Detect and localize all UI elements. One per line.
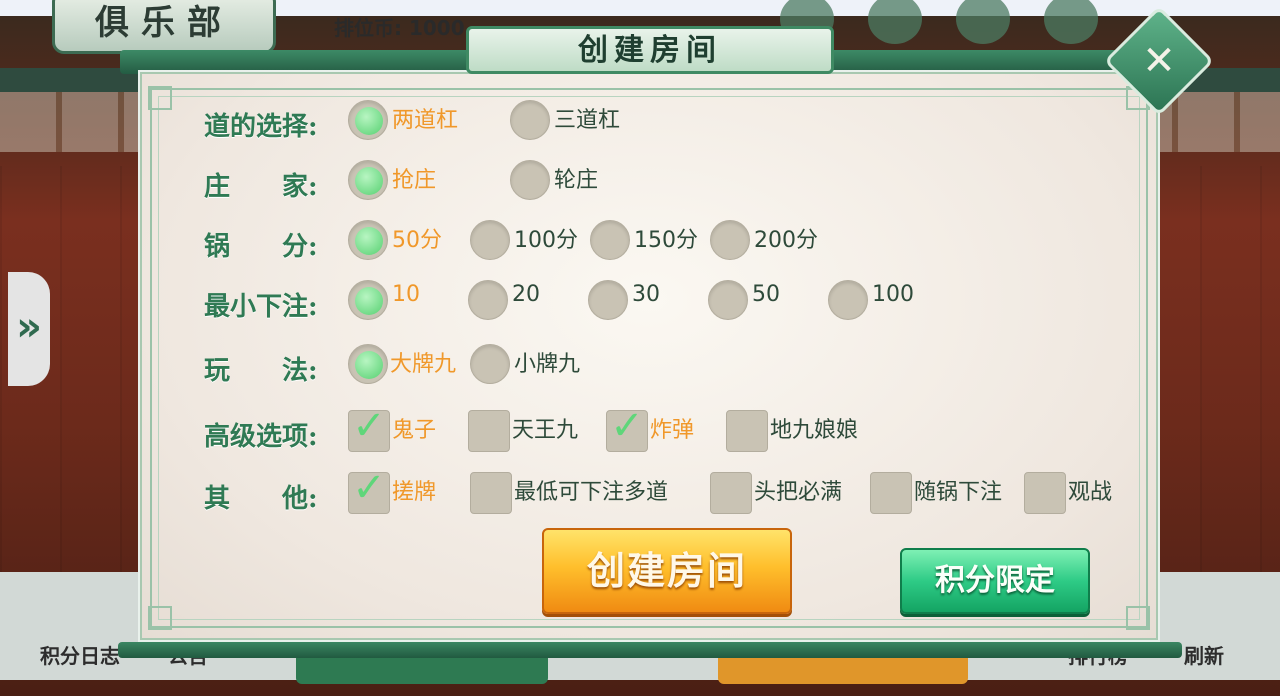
option-label: 搓牌 xyxy=(392,480,437,505)
option-label: 观战 xyxy=(1068,480,1113,505)
radio-min-bet-100[interactable] xyxy=(828,280,868,320)
refresh-label[interactable]: 刷新 xyxy=(1184,640,1224,669)
option-label: 50分 xyxy=(392,228,442,253)
row-label-min-bet: 最小下注: xyxy=(204,292,318,322)
create-room-button[interactable]: 创建房间 xyxy=(542,528,792,614)
radio-play-big[interactable] xyxy=(348,344,388,384)
top-menu-icon[interactable] xyxy=(868,0,922,44)
radio-pot-150[interactable] xyxy=(590,220,630,260)
row-label-play-mode: 玩 法: xyxy=(204,356,318,386)
radio-banker-rotate[interactable] xyxy=(510,160,550,200)
close-icon: ✕ xyxy=(1142,38,1176,84)
option-label: 天王九 xyxy=(512,418,579,443)
option-label: 随锅下注 xyxy=(914,480,1003,505)
radio-lanes-three[interactable] xyxy=(510,100,550,140)
frame-corner xyxy=(148,606,172,630)
option-label: 30 xyxy=(632,282,660,307)
score-limit-button[interactable]: 积分限定 xyxy=(900,548,1090,614)
dialog-title-plaque: 创建房间 xyxy=(466,26,834,74)
row-label-other: 其 他: xyxy=(204,484,318,514)
radio-lanes-two[interactable] xyxy=(348,100,388,140)
option-label: 头把必满 xyxy=(754,480,843,505)
option-label: 鬼子 xyxy=(392,418,437,443)
option-label: 最低可下注多道 xyxy=(514,480,669,505)
checkbox-bomb[interactable] xyxy=(606,403,648,452)
row-label-lanes: 道的选择: xyxy=(204,112,318,142)
radio-min-bet-20[interactable] xyxy=(468,280,508,320)
option-label: 轮庄 xyxy=(554,168,599,193)
top-menu-icon[interactable] xyxy=(1044,0,1098,44)
rank-coin-label: 排位币: 1000 xyxy=(334,16,465,40)
dialog-bottom-bar xyxy=(118,642,1182,658)
dialog-title: 创建房间 xyxy=(578,33,722,68)
side-expand-tab[interactable]: » xyxy=(8,272,50,386)
row-label-pot: 锅 分: xyxy=(204,232,318,262)
checkbox-bet-with-pot[interactable] xyxy=(870,472,912,514)
option-label: 20 xyxy=(512,282,540,307)
option-label: 200分 xyxy=(754,228,818,253)
club-title: 俱乐部 xyxy=(52,0,276,54)
radio-pot-200[interactable] xyxy=(710,220,750,260)
option-label: 100分 xyxy=(514,228,578,253)
top-menu-icon[interactable] xyxy=(956,0,1010,44)
option-label: 三道杠 xyxy=(554,108,621,133)
radio-play-small[interactable] xyxy=(470,344,510,384)
option-label: 两道杠 xyxy=(392,108,459,133)
checkbox-tianwangjiu[interactable] xyxy=(468,410,510,452)
checkbox-first-hand-full[interactable] xyxy=(710,472,752,514)
option-label: 100 xyxy=(872,282,914,307)
option-label: 150分 xyxy=(634,228,698,253)
row-label-advanced: 高级选项: xyxy=(204,422,318,452)
option-label: 小牌九 xyxy=(514,352,581,377)
option-label: 炸弹 xyxy=(650,418,695,443)
option-label: 地九娘娘 xyxy=(770,418,859,443)
frame-corner xyxy=(148,86,172,110)
option-label: 10 xyxy=(392,282,420,307)
radio-pot-50[interactable] xyxy=(348,220,388,260)
radio-pot-100[interactable] xyxy=(470,220,510,260)
points-log-label[interactable]: 积分日志 xyxy=(40,640,120,669)
checkbox-cuopai[interactable] xyxy=(348,465,390,514)
checkbox-guizi[interactable] xyxy=(348,403,390,452)
frame-corner xyxy=(1126,606,1150,630)
radio-banker-grab[interactable] xyxy=(348,160,388,200)
checkbox-spectate[interactable] xyxy=(1024,472,1066,514)
checkbox-dijiu-niangniang[interactable] xyxy=(726,410,768,452)
checkbox-min-multi-lane[interactable] xyxy=(470,472,512,514)
option-label: 50 xyxy=(752,282,780,307)
radio-min-bet-10[interactable] xyxy=(348,280,388,320)
option-label: 抢庄 xyxy=(392,168,437,193)
option-label: 大牌九 xyxy=(390,352,457,377)
double-chevron-right-icon: » xyxy=(16,304,42,350)
row-label-banker: 庄 家: xyxy=(204,172,318,202)
radio-min-bet-50[interactable] xyxy=(708,280,748,320)
radio-min-bet-30[interactable] xyxy=(588,280,628,320)
